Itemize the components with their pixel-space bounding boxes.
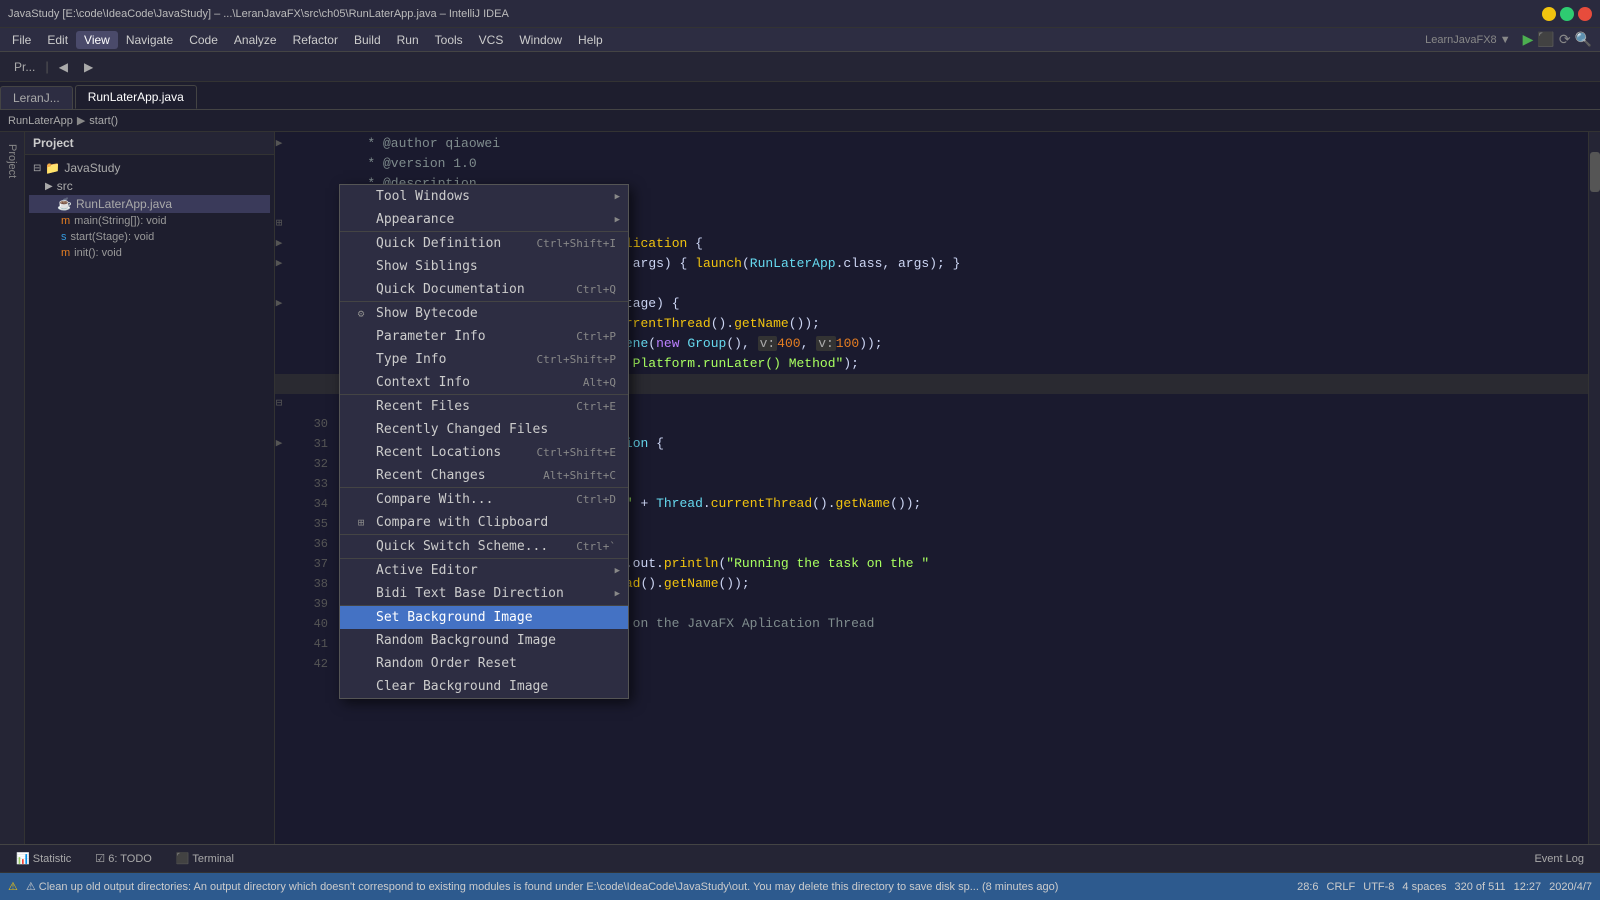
- scrollbar[interactable]: [1588, 132, 1600, 844]
- project-tree: ⊟ 📁 JavaStudy ▶ src ☕ RunLaterApp.java m…: [25, 155, 274, 265]
- date: 2020/4/7: [1549, 881, 1592, 893]
- toolbar: Pr... | ◀ ▶: [0, 52, 1600, 82]
- statistic-tab[interactable]: 📊 Statistic: [8, 850, 79, 867]
- toolbar-project-btn[interactable]: Pr...: [8, 58, 41, 76]
- menu-quick-documentation[interactable]: Quick Documentation Ctrl+Q: [340, 278, 628, 301]
- todo-tab[interactable]: ☑ 6: TODO: [87, 850, 160, 867]
- menu-show-bytecode[interactable]: ⚙ Show Bytecode: [340, 302, 628, 325]
- warning-icon: ⚠: [8, 880, 18, 893]
- menu-vcs[interactable]: VCS: [471, 31, 512, 49]
- menu-context-info[interactable]: Context Info Alt+Q: [340, 371, 628, 394]
- tree-item-init[interactable]: m init(): void: [29, 245, 270, 261]
- menu-section-4: Recent Files Ctrl+E Recently Changed Fil…: [340, 394, 628, 487]
- menu-parameter-info[interactable]: Parameter Info Ctrl+P: [340, 325, 628, 348]
- menu-show-siblings[interactable]: Show Siblings: [340, 255, 628, 278]
- status-bar: ⚠ ⚠ Clean up old output directories: An …: [0, 872, 1600, 900]
- code-line: ▶ * @author qiaowei: [275, 134, 1588, 154]
- project-panel: Project ⊟ 📁 JavaStudy ▶ src ☕ RunLaterAp…: [25, 132, 275, 844]
- menu-set-background[interactable]: Set Background Image: [340, 606, 628, 629]
- menu-appearance[interactable]: Appearance: [340, 208, 628, 231]
- menu-quick-switch[interactable]: Quick Switch Scheme... Ctrl+`: [340, 535, 628, 558]
- tab-runlater[interactable]: RunLaterApp.java: [75, 85, 197, 109]
- toolbar-forward-btn[interactable]: ▶: [78, 58, 99, 76]
- menu-bidi-text[interactable]: Bidi Text Base Direction: [340, 582, 628, 605]
- menu-section-1: Tool Windows Appearance: [340, 185, 628, 231]
- line-count: 320 of 511: [1454, 881, 1505, 893]
- menu-type-info[interactable]: Type Info Ctrl+Shift+P: [340, 348, 628, 371]
- toolbar-back-btn[interactable]: ◀: [53, 58, 74, 76]
- menu-help[interactable]: Help: [570, 31, 611, 49]
- tab-leran[interactable]: LeranJ...: [0, 86, 73, 109]
- menu-tool-windows[interactable]: Tool Windows: [340, 185, 628, 208]
- clock: 12:27: [1514, 881, 1542, 893]
- tree-item-start[interactable]: s start(Stage): void: [29, 229, 270, 245]
- event-log-btn[interactable]: Event Log: [1526, 851, 1592, 867]
- view-menu-dropdown: Tool Windows Appearance Quick Definition…: [339, 184, 629, 699]
- menu-edit[interactable]: Edit: [39, 31, 76, 49]
- menu-section-2: Quick Definition Ctrl+Shift+I Show Sibli…: [340, 231, 628, 301]
- menu-random-background[interactable]: Random Background Image: [340, 629, 628, 652]
- tree-item[interactable]: ⊟ 📁 JavaStudy: [29, 159, 270, 177]
- menu-code[interactable]: Code: [181, 31, 226, 49]
- terminal-tab[interactable]: ⬛ Terminal: [168, 850, 242, 867]
- menu-quick-definition[interactable]: Quick Definition Ctrl+Shift+I: [340, 232, 628, 255]
- bytecode-icon: ⚙: [352, 307, 370, 320]
- minimize-button[interactable]: [1542, 7, 1556, 21]
- menu-clear-background[interactable]: Clear Background Image: [340, 675, 628, 698]
- tree-item-main[interactable]: m main(String[]): void: [29, 213, 270, 229]
- maximize-button[interactable]: [1560, 7, 1574, 21]
- menu-bar: File Edit View Navigate Code Analyze Ref…: [0, 28, 1600, 52]
- editor-area[interactable]: ▶ * @author qiaowei * @version 1.0 * @de…: [275, 132, 1588, 844]
- menu-recent-locations[interactable]: Recent Locations Ctrl+Shift+E: [340, 441, 628, 464]
- menu-active-editor[interactable]: Active Editor: [340, 559, 628, 582]
- bottom-tabs: 📊 Statistic ☑ 6: TODO ⬛ Terminal Event L…: [0, 844, 1600, 872]
- menu-section-8: Set Background Image Random Background I…: [340, 605, 628, 698]
- title-text: JavaStudy [E:\code\IdeaCode\JavaStudy] –…: [8, 8, 1542, 20]
- menu-window[interactable]: Window: [511, 31, 570, 49]
- menu-file[interactable]: File: [4, 31, 39, 49]
- cursor-position[interactable]: 28:6: [1297, 881, 1318, 893]
- tree-item[interactable]: ▶ src: [29, 177, 270, 195]
- compare-clipboard-icon: ⊞: [352, 516, 370, 529]
- menu-section-6: Quick Switch Scheme... Ctrl+`: [340, 534, 628, 558]
- menu-refactor[interactable]: Refactor: [285, 31, 346, 49]
- title-bar: JavaStudy [E:\code\IdeaCode\JavaStudy] –…: [0, 0, 1600, 28]
- menu-compare-with[interactable]: Compare With... Ctrl+D: [340, 488, 628, 511]
- breadcrumb-class[interactable]: RunLaterApp: [8, 115, 73, 127]
- menu-navigate[interactable]: Navigate: [118, 31, 181, 49]
- tree-item-runlater[interactable]: ☕ RunLaterApp.java: [29, 195, 270, 213]
- project-header: Project: [25, 132, 274, 155]
- menu-compare-clipboard[interactable]: ⊞ Compare with Clipboard: [340, 511, 628, 534]
- menu-section-5: Compare With... Ctrl+D ⊞ Compare with Cl…: [340, 487, 628, 534]
- menu-analyze[interactable]: Analyze: [226, 31, 285, 49]
- main-layout: Project Project ⊟ 📁 JavaStudy ▶ src ☕ Ru…: [0, 132, 1600, 844]
- tabs-bar: LeranJ... RunLaterApp.java: [0, 82, 1600, 110]
- menu-tools[interactable]: Tools: [427, 31, 471, 49]
- status-message: ⚠ Clean up old output directories: An ou…: [26, 880, 1289, 893]
- menu-view[interactable]: View: [76, 31, 118, 49]
- menu-recent-files[interactable]: Recent Files Ctrl+E: [340, 395, 628, 418]
- menu-recently-changed[interactable]: Recently Changed Files: [340, 418, 628, 441]
- close-button[interactable]: [1578, 7, 1592, 21]
- menu-section-3: ⚙ Show Bytecode Parameter Info Ctrl+P Ty…: [340, 301, 628, 394]
- breadcrumb-method[interactable]: start(): [89, 115, 118, 127]
- menu-build[interactable]: Build: [346, 31, 389, 49]
- menu-random-order-reset[interactable]: Random Order Reset: [340, 652, 628, 675]
- menu-recent-changes[interactable]: Recent Changes Alt+Shift+C: [340, 464, 628, 487]
- project-tab[interactable]: Project: [2, 140, 22, 182]
- menu-section-7: Active Editor Bidi Text Base Direction: [340, 558, 628, 605]
- breadcrumb: RunLaterApp ▶ start(): [0, 110, 1600, 132]
- left-sidebar: Project: [0, 132, 25, 844]
- code-line: * @version 1.0: [275, 154, 1588, 174]
- menu-run[interactable]: Run: [389, 31, 427, 49]
- line-ending[interactable]: CRLF: [1327, 881, 1356, 893]
- indent[interactable]: 4 spaces: [1402, 881, 1446, 893]
- encoding[interactable]: UTF-8: [1363, 881, 1394, 893]
